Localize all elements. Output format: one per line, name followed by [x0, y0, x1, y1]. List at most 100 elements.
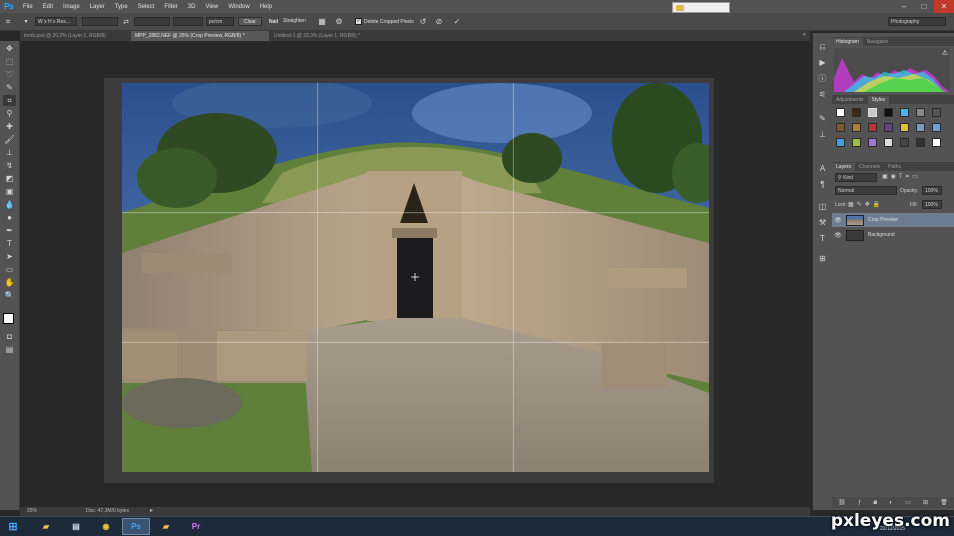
style-swatch[interactable] [916, 138, 925, 147]
preset-dropdown-icon[interactable]: ▾ [22, 17, 30, 26]
history-brush-tool-icon[interactable]: ↯ [3, 160, 16, 171]
width-field[interactable] [82, 17, 118, 26]
path-select-tool-icon[interactable]: ➤ [3, 251, 16, 262]
warning-icon[interactable]: ⚠ [942, 49, 948, 57]
minimize-button[interactable]: – [894, 0, 914, 13]
swap-icon[interactable]: ⇄ [121, 17, 131, 26]
eraser-tool-icon[interactable]: ◩ [3, 173, 16, 184]
tab-tomb[interactable]: tomb.psd @ 20,2% (Layer 2, RGB/8) [20, 31, 130, 41]
tab-styles[interactable]: Styles [867, 96, 890, 104]
clone-stamp-tool-icon[interactable]: ⊥ [3, 147, 16, 158]
tab-paths[interactable]: Paths [884, 163, 905, 171]
screen-mode-icon[interactable]: ▤ [3, 344, 16, 355]
pen-tool-icon[interactable]: ✒ [3, 225, 16, 236]
maximize-button[interactable]: □ [914, 0, 934, 13]
style-swatch[interactable] [916, 123, 925, 132]
document-image[interactable] [122, 83, 709, 472]
quick-mask-icon[interactable]: ◘ [3, 331, 16, 342]
style-swatch[interactable] [868, 108, 877, 117]
style-swatch[interactable] [900, 138, 909, 147]
blend-mode-select[interactable]: Normal [835, 186, 897, 195]
premiere-taskbar-icon[interactable]: Pr [182, 518, 210, 535]
menu-view[interactable]: View [200, 4, 223, 10]
style-swatch[interactable] [916, 108, 925, 117]
style-swatch[interactable] [884, 123, 893, 132]
lock-icons[interactable]: ▦✎✥🔒 [848, 201, 883, 208]
dodge-tool-icon[interactable]: ● [3, 212, 16, 223]
clone-source-panel-icon[interactable]: ⊥ [816, 129, 829, 140]
group-folder-icon[interactable]: ▭ [905, 499, 911, 506]
actions-panel-icon[interactable]: ▶ [816, 57, 829, 68]
height-field[interactable] [134, 17, 170, 26]
fx-icon[interactable]: ƒ [858, 500, 861, 506]
tabs-overflow-icon[interactable]: » [803, 32, 806, 38]
menu-file[interactable]: File [18, 4, 38, 10]
properties-panel-icon[interactable]: ⚟ [816, 89, 829, 100]
style-swatch[interactable] [868, 138, 877, 147]
style-swatch[interactable] [836, 108, 845, 117]
menu-filter[interactable]: Filter [159, 4, 182, 10]
crop-tool-icon[interactable]: ⌗ [3, 95, 16, 106]
style-swatch[interactable] [836, 123, 845, 132]
new-layer-icon[interactable]: ⊞ [923, 499, 928, 506]
quick-select-tool-icon[interactable]: ✎ [3, 82, 16, 93]
style-swatch[interactable] [932, 123, 941, 132]
history-panel-icon[interactable]: ⎌ [816, 41, 829, 52]
delete-cropped-checkbox[interactable]: ✓ [355, 18, 362, 25]
folder-taskbar-icon[interactable]: ▰ [152, 518, 180, 535]
settings-gear-icon[interactable]: ⚙ [334, 17, 344, 26]
tab-channels[interactable]: Channels [855, 163, 884, 171]
menu-window[interactable]: Window [223, 4, 254, 10]
paragraph-panel-icon[interactable]: ¶ [816, 179, 829, 190]
menu-3d[interactable]: 3D [183, 4, 201, 10]
marquee-tool-icon[interactable]: ⬚ [3, 56, 16, 67]
layer-kind-filter[interactable]: ⚲ Kind [835, 173, 877, 182]
healing-brush-tool-icon[interactable]: ✚ [3, 121, 16, 132]
menu-layer[interactable]: Layer [85, 4, 110, 10]
cancel-icon[interactable]: ⊘ [434, 17, 444, 26]
tab-histogram[interactable]: Histogram [832, 38, 863, 46]
crop-tool-preset-icon[interactable]: ⌗ [3, 17, 13, 26]
adjustment-layer-icon[interactable]: ◐ [889, 500, 893, 506]
trash-icon[interactable]: 🗑 [940, 499, 948, 506]
overlay-grid-icon[interactable]: ▦ [317, 17, 327, 26]
style-swatch[interactable] [852, 138, 861, 147]
workspace-select[interactable]: Photography [888, 17, 946, 26]
tab-adjustments[interactable]: Adjustments [832, 96, 868, 104]
menu-image[interactable]: Image [58, 4, 85, 10]
info-panel-icon[interactable]: ⓘ [816, 73, 829, 84]
foreground-color-swatch[interactable] [3, 313, 14, 324]
style-swatch[interactable] [884, 108, 893, 117]
type-panel-icon[interactable]: T [816, 233, 829, 244]
tab-mpp-2882[interactable]: MPP_2882.NEF @ 25% (Crop Preview, RGB/8)… [131, 31, 269, 41]
opacity-field[interactable]: 100% [922, 186, 942, 195]
zoom-level[interactable]: 25% [27, 508, 37, 514]
visibility-eye-icon[interactable]: 👁 [832, 232, 844, 239]
lasso-tool-icon[interactable]: ➰ [3, 69, 16, 80]
layer-filter-icons[interactable]: ▣◉T⌗▭ [882, 173, 921, 181]
brush-panel-icon[interactable]: ✎ [816, 113, 829, 124]
tab-layers[interactable]: Layers [832, 163, 856, 171]
ratio-preset-select[interactable]: W x H x Res... [35, 17, 77, 26]
style-swatch[interactable] [900, 123, 909, 132]
start-button-icon[interactable]: ⊞ [2, 518, 24, 535]
navigator-panel-icon[interactable]: ⊞ [816, 253, 829, 264]
explorer-icon[interactable]: ▰ [32, 518, 60, 535]
style-swatch[interactable] [932, 138, 941, 147]
clear-button[interactable]: Clear [238, 17, 262, 26]
style-swatch[interactable] [900, 108, 909, 117]
commit-check-icon[interactable]: ✓ [452, 17, 462, 26]
menu-select[interactable]: Select [133, 4, 160, 10]
menu-help[interactable]: Help [255, 4, 277, 10]
resolution-unit-select[interactable]: px/cm [206, 17, 234, 26]
zoom-tool-icon[interactable]: 🔍 [3, 290, 16, 301]
layer-row-background[interactable]: 👁 Background [832, 228, 954, 242]
notepad-icon[interactable]: ▤ [62, 518, 90, 535]
shape-tool-icon[interactable]: ▭ [3, 264, 16, 275]
add-mask-icon[interactable]: ◙ [873, 500, 877, 506]
style-swatch[interactable] [836, 138, 845, 147]
type-tool-icon[interactable]: T [3, 238, 16, 249]
style-swatch[interactable] [884, 138, 893, 147]
close-button[interactable]: ✕ [934, 0, 954, 13]
gradient-tool-icon[interactable]: ▣ [3, 186, 16, 197]
